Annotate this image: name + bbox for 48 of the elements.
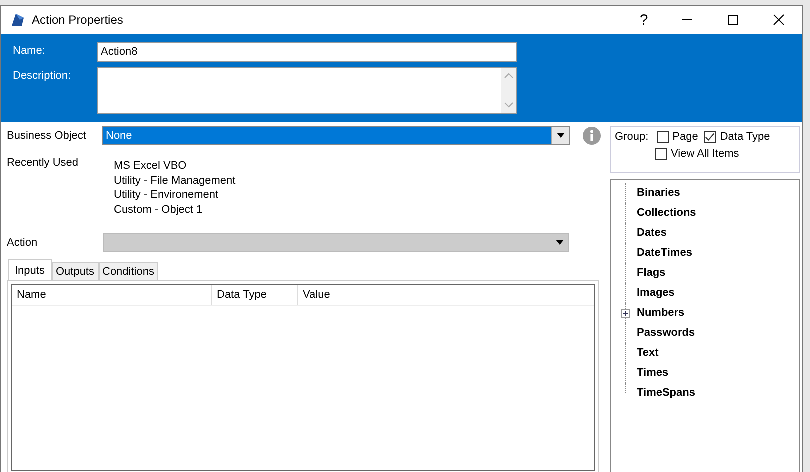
group-checkbox[interactable]: Page: [656, 131, 698, 143]
checkbox[interactable]: [655, 148, 667, 160]
info-icon[interactable]: [583, 126, 601, 144]
scrollbar[interactable]: [501, 68, 516, 113]
maximize-icon: [727, 14, 739, 26]
tab[interactable]: Inputs: [8, 259, 52, 280]
expander-icon[interactable]: [621, 309, 630, 318]
recent-object-link[interactable]: MS Excel VBO: [114, 159, 236, 174]
tree-item[interactable]: DateTimes: [637, 247, 692, 259]
tree-item[interactable]: Numbers: [637, 307, 685, 319]
tree-item[interactable]: Passwords: [637, 327, 696, 339]
view-all-checkbox[interactable]: View All Items: [655, 148, 740, 160]
window-title: Action Properties: [32, 13, 124, 27]
close-icon: [773, 14, 785, 26]
recently-used-label: Recently Used: [7, 157, 80, 171]
chevron-up-icon[interactable]: [504, 72, 514, 80]
tab[interactable]: Outputs: [52, 262, 98, 280]
column-header[interactable]: Name: [12, 285, 212, 305]
caret-icon: [556, 133, 564, 138]
tree-item[interactable]: Binaries: [637, 187, 680, 199]
caret-icon: [556, 240, 564, 245]
column-header[interactable]: Data Type: [212, 285, 298, 305]
business-object-dropdown[interactable]: None: [102, 126, 570, 145]
tree-item[interactable]: Text: [637, 347, 659, 359]
column-header[interactable]: Value: [298, 285, 594, 305]
action-label: Action: [7, 236, 39, 248]
recent-object-link[interactable]: Custom - Object 1: [114, 202, 236, 217]
name-label: Name:: [13, 44, 46, 57]
group-label: Group:: [615, 131, 649, 143]
tree-item[interactable]: Dates: [637, 227, 667, 239]
chevron-down-icon[interactable]: [504, 101, 514, 109]
tree-item[interactable]: Flags: [637, 267, 666, 279]
app-icon: [10, 12, 26, 28]
business-object-label: Business Object: [7, 130, 88, 142]
description-field[interactable]: [97, 67, 517, 114]
description-label: Description:: [13, 69, 72, 82]
tree-item[interactable]: TimeSpans: [637, 387, 696, 399]
help-button[interactable]: ?: [624, 6, 664, 34]
tree-item[interactable]: Times: [637, 367, 669, 379]
tree-item[interactable]: Images: [637, 287, 675, 299]
name-field[interactable]: Action8: [97, 42, 517, 62]
tree-item[interactable]: Collections: [637, 207, 696, 219]
recent-object-link[interactable]: Utility - Environement: [114, 188, 236, 202]
checkbox[interactable]: [656, 131, 669, 143]
recent-object-link[interactable]: Utility - File Management: [114, 174, 236, 188]
checkbox[interactable]: [704, 131, 716, 143]
group-checkbox[interactable]: Data Type: [704, 131, 770, 143]
tab[interactable]: Conditions: [98, 262, 158, 280]
